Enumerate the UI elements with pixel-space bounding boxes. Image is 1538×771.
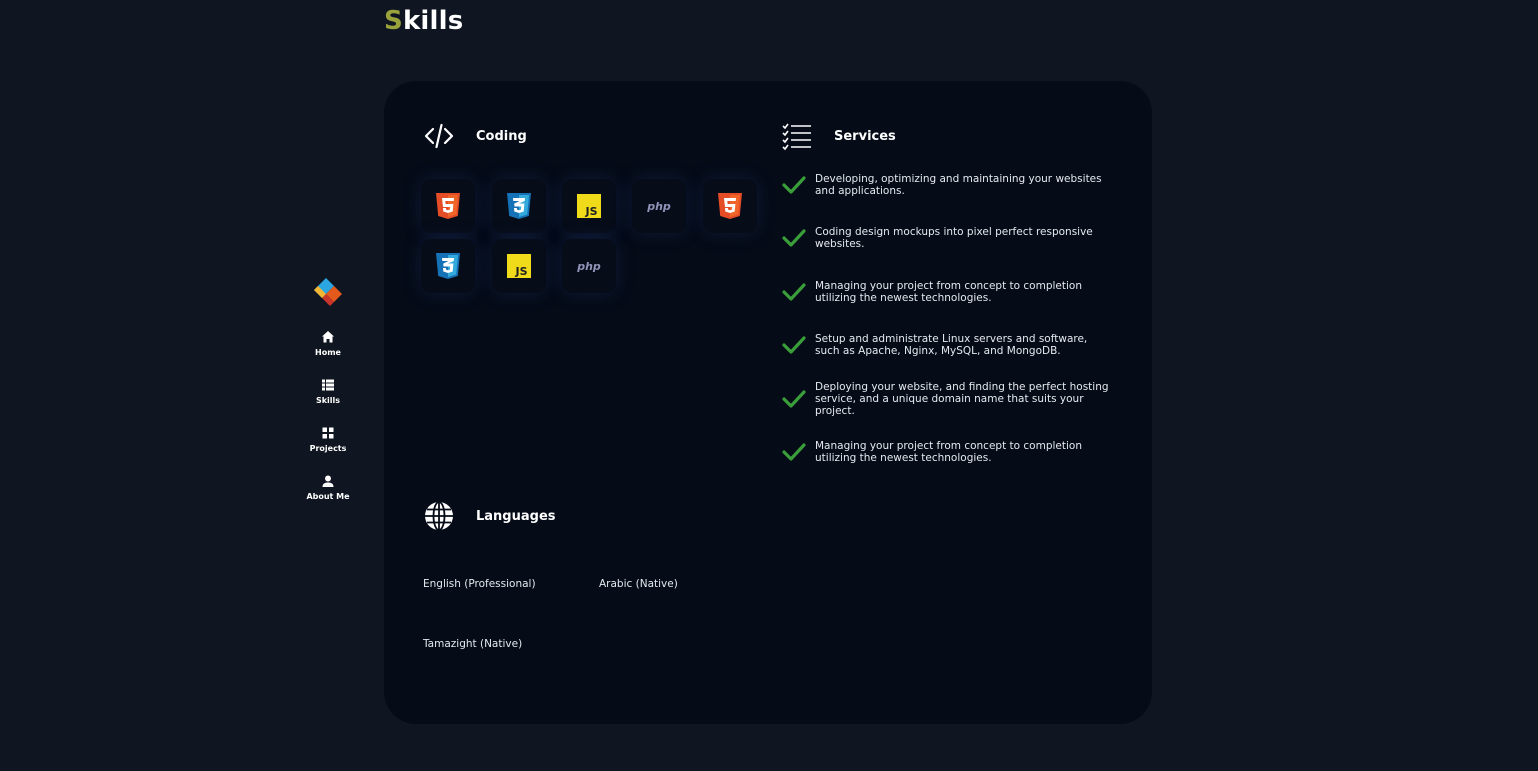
css3-icon [507, 193, 531, 219]
check-icon [782, 229, 806, 247]
service-item: Coding design mockups into pixel perfect… [782, 226, 1112, 250]
coding-title: Coding [476, 128, 527, 144]
languages-header: Languages [424, 501, 556, 531]
service-text: Deploying your website, and finding the … [815, 381, 1109, 417]
nav-label-about-me: About Me [306, 492, 350, 501]
services-header: Services [782, 121, 896, 151]
language-item: English (Professional) [423, 578, 536, 590]
service-item: Setup and administrate Linux servers and… [782, 333, 1112, 357]
js-label: JS [514, 265, 527, 278]
css3-icon [436, 253, 460, 279]
nav-label-skills: Skills [315, 396, 341, 405]
services-title: Services [834, 128, 896, 144]
nav-label-projects: Projects [309, 444, 347, 453]
check-icon [782, 176, 806, 194]
grid-icon [322, 427, 334, 439]
skill-tile-javascript[interactable]: JS [492, 239, 546, 293]
service-text: Managing your project from concept to co… [815, 280, 1082, 304]
js-icon: JS [577, 194, 601, 218]
service-text: Setup and administrate Linux servers and… [815, 333, 1088, 357]
skill-tile-html5[interactable] [421, 179, 475, 233]
service-text: Managing your project from concept to co… [815, 440, 1082, 464]
code-icon [424, 123, 454, 149]
language-item: Tamazight (Native) [423, 638, 523, 650]
check-icon [782, 443, 806, 461]
nav-label-home: Home [315, 348, 341, 357]
skill-tile-php[interactable]: php [632, 179, 686, 233]
skills-card: Coding JS php JS php Services Developing… [384, 81, 1152, 724]
skill-tile-html5[interactable] [703, 179, 757, 233]
service-item: Managing your project from concept to co… [782, 440, 1112, 464]
sidebar: Home Skills Projects About Me [300, 276, 356, 522]
service-item: Developing, optimizing and maintaining y… [782, 173, 1112, 197]
page-title: Skills [384, 6, 463, 36]
globe-icon [425, 501, 453, 531]
nav-item-about-me[interactable]: About Me [300, 474, 356, 522]
skill-tile-css3[interactable] [492, 179, 546, 233]
html5-icon [436, 193, 460, 219]
user-icon [322, 475, 334, 487]
service-item: Managing your project from concept to co… [782, 280, 1112, 304]
js-label: JS [584, 205, 597, 218]
language-item: Arabic (Native) [599, 578, 678, 590]
service-text: Coding design mockups into pixel perfect… [815, 226, 1093, 250]
checklist-icon [782, 123, 811, 151]
check-icon [782, 283, 806, 301]
skill-tile-css3[interactable] [421, 239, 475, 293]
js-icon: JS [507, 254, 531, 278]
skill-tile-php[interactable]: php [562, 239, 616, 293]
skill-tile-javascript[interactable]: JS [562, 179, 616, 233]
nav-item-home[interactable]: Home [300, 330, 356, 378]
languages-title: Languages [476, 508, 556, 524]
brand-logo[interactable] [308, 276, 348, 312]
service-text: Developing, optimizing and maintaining y… [815, 173, 1102, 197]
check-icon [782, 336, 806, 354]
nav-item-skills[interactable]: Skills [300, 378, 356, 426]
list-icon [322, 379, 334, 391]
page-title-initial: S [384, 6, 403, 36]
service-item: Deploying your website, and finding the … [782, 381, 1112, 417]
home-icon [322, 331, 334, 343]
html5-icon [718, 193, 742, 219]
php-icon: php [647, 199, 671, 213]
php-icon: php [577, 259, 601, 273]
page-title-rest: kills [402, 6, 464, 36]
coding-header: Coding [424, 121, 527, 151]
nav-item-projects[interactable]: Projects [300, 426, 356, 474]
check-icon [782, 390, 806, 408]
